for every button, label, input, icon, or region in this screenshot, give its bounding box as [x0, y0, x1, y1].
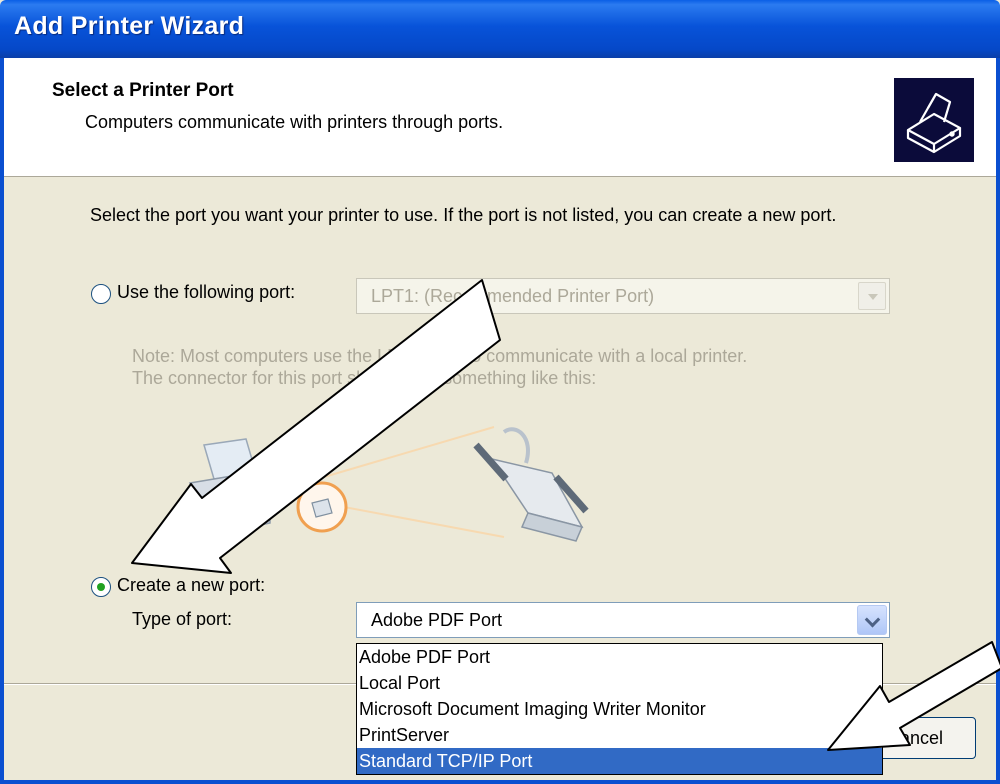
connector-illustration: [174, 417, 674, 587]
port-option-microsoft-document-imaging[interactable]: Microsoft Document Imaging Writer Monito…: [357, 696, 882, 722]
cancel-button-label: Cancel: [887, 728, 944, 748]
window-frame-right: [996, 58, 1000, 784]
page-title: Select a Printer Port: [52, 80, 234, 101]
window-frame-bottom: [0, 780, 1000, 784]
port-type-select[interactable]: Adobe PDF Port: [356, 602, 890, 638]
port-option-standard-tcp-ip[interactable]: Standard TCP/IP Port: [357, 748, 882, 774]
instruction-text: Select the port you want your printer to…: [90, 205, 837, 225]
wizard-content: Select the port you want your printer to…: [4, 177, 996, 682]
note-text: Note: Most computers use the LPT1: port …: [132, 345, 747, 389]
note-line-1: Note: Most computers use the LPT1: port …: [132, 346, 748, 366]
printer-wizard-icon: [894, 78, 974, 162]
existing-port-value: LPT1: (Recommended Printer Port): [371, 286, 655, 306]
port-type-dropdown-list[interactable]: Adobe PDF Port Local Port Microsoft Docu…: [356, 643, 883, 775]
port-option-adobe-pdf[interactable]: Adobe PDF Port: [357, 644, 882, 670]
page-subtitle: Computers communicate with printers thro…: [85, 112, 504, 132]
port-option-printserver[interactable]: PrintServer: [357, 722, 882, 748]
port-option-local[interactable]: Local Port: [357, 670, 882, 696]
use-following-port-radio[interactable]: [91, 284, 111, 304]
title-bar[interactable]: Add Printer Wizard: [0, 0, 1000, 58]
chevron-down-icon[interactable]: [857, 605, 887, 635]
wizard-header: Select a Printer Port Computers communic…: [4, 58, 996, 177]
create-new-port-radio[interactable]: [91, 577, 111, 597]
window-title: Add Printer Wizard: [14, 12, 245, 40]
existing-port-select[interactable]: LPT1: (Recommended Printer Port): [356, 278, 890, 314]
create-new-port-label[interactable]: Create a new port:: [117, 575, 265, 596]
note-line-2: The connector for this port should look …: [132, 368, 597, 388]
type-of-port-label: Type of port:: [132, 609, 233, 629]
port-type-value: Adobe PDF Port: [371, 610, 503, 630]
use-following-port-label[interactable]: Use the following port:: [117, 282, 295, 303]
chevron-down-icon[interactable]: [858, 282, 886, 310]
